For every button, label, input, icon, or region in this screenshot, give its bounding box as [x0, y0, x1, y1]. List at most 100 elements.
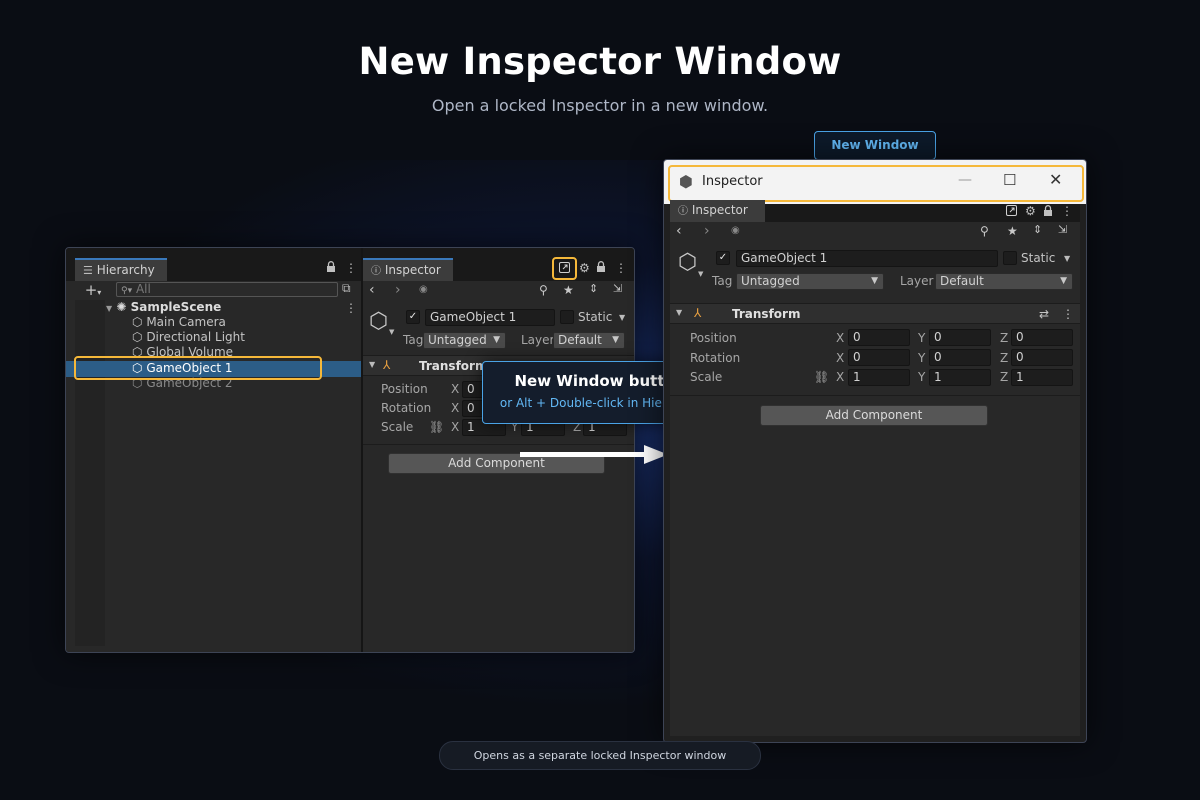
icon-dropdown-arrow[interactable]: ▼: [698, 270, 703, 278]
layer-label: Layer: [521, 333, 555, 347]
expand-updown-icon[interactable]: ⇕: [589, 282, 598, 295]
forward-arrow-icon[interactable]: ›: [704, 223, 710, 239]
axis-z-label: Z: [1000, 370, 1009, 384]
tree-gutter: [75, 300, 105, 646]
constrain-link-icon[interactable]: ⛓: [814, 370, 829, 384]
static-dropdown-arrow[interactable]: ▼: [1064, 254, 1070, 263]
collapse-icon[interactable]: ⇲: [613, 282, 622, 295]
new-inspector-window: ⬢ Inspector — ☐ ✕ ⓘ Inspector ⚙ ⋮ ‹ › ◉ …: [663, 159, 1087, 743]
tag-dropdown[interactable]: Untagged ▼: [423, 332, 506, 349]
component-more-icon[interactable]: ⋮: [1062, 307, 1074, 321]
position-label: Position: [690, 331, 737, 345]
tab-hierarchy[interactable]: ☰ Hierarchy: [75, 258, 167, 281]
scene-row[interactable]: ▼ ✺ SampleScene: [106, 300, 221, 314]
object-name-field[interactable]: GameObject 1: [736, 250, 998, 267]
window-titlebar-callout: [668, 165, 1084, 202]
object-name-field[interactable]: GameObject 1: [425, 309, 555, 326]
hierarchy-search-input[interactable]: ⚲▾ All: [116, 282, 338, 297]
axis-z-label: Z: [1000, 331, 1009, 345]
collapse-icon[interactable]: ⇲: [1058, 223, 1067, 236]
scene-visibility-icon[interactable]: ⧉: [342, 281, 351, 296]
axis-x-label: X: [836, 331, 845, 345]
axis-x-label: X: [451, 401, 460, 415]
static-dropdown-arrow[interactable]: ▼: [619, 313, 625, 322]
axis-x-label: X: [836, 351, 845, 365]
tab-inspector[interactable]: ⓘ Inspector: [363, 258, 453, 281]
back-arrow-icon[interactable]: ‹: [369, 282, 375, 298]
page-subtitle: Open a locked Inspector in a new window.: [431, 96, 769, 115]
list-item[interactable]: ⬡ Main Camera: [132, 315, 226, 329]
info-icon: ⓘ: [678, 206, 688, 217]
rotation-x-field[interactable]: 0: [848, 349, 910, 366]
static-checkbox[interactable]: [1003, 251, 1017, 265]
component-preset-icon[interactable]: ⇄: [1039, 307, 1049, 321]
scene-more-icon[interactable]: ⋮: [345, 301, 357, 315]
icon-dropdown-arrow[interactable]: ▼: [389, 328, 394, 336]
favorite-star-icon[interactable]: ★: [1007, 224, 1018, 238]
favorite-star-icon[interactable]: ★: [563, 283, 574, 297]
new-window-icon[interactable]: [1006, 205, 1017, 219]
active-checkbox[interactable]: ✓: [406, 310, 420, 324]
scale-label: Scale: [381, 420, 414, 434]
add-component-button[interactable]: Add Component: [760, 405, 988, 426]
position-label: Position: [381, 382, 428, 396]
rotation-label: Rotation: [381, 401, 432, 415]
add-object-button[interactable]: +▾: [80, 281, 106, 299]
rotation-z-field[interactable]: 0: [1011, 349, 1073, 366]
axis-y-label: Y: [918, 351, 926, 365]
transform-axes-icon: ⅄: [694, 306, 702, 320]
settings-gear-icon[interactable]: ⚙: [579, 261, 590, 275]
settings-gear-icon[interactable]: ⚙: [1025, 204, 1036, 218]
layer-label: Layer: [900, 274, 934, 288]
more-menu-icon[interactable]: ⋮: [615, 261, 627, 275]
tag-dropdown[interactable]: Untagged ▼: [736, 273, 884, 290]
tag-label: Tag: [712, 274, 733, 288]
search-icon[interactable]: ⚲: [980, 224, 989, 238]
footer-note: Opens as a separate locked Inspector win…: [439, 741, 761, 770]
inspector-tabbar: ⓘ Inspector ⚙ ⋮: [363, 248, 634, 281]
history-dot-icon[interactable]: ◉: [731, 225, 740, 236]
static-label: Static: [1021, 251, 1056, 265]
search-placeholder: All: [135, 282, 151, 296]
more-menu-icon[interactable]: ⋮: [1061, 204, 1073, 218]
search-icon[interactable]: ⚲: [539, 283, 548, 297]
lock-icon[interactable]: [1043, 205, 1053, 219]
axis-x-label: X: [836, 370, 845, 384]
forward-arrow-icon[interactable]: ›: [395, 282, 401, 298]
info-icon: ⓘ: [371, 266, 381, 277]
position-x-field[interactable]: 0: [848, 329, 910, 346]
new-window-badge: New Window: [814, 131, 936, 160]
position-y-field[interactable]: 0: [929, 329, 991, 346]
unity-scene-icon: ✺: [116, 300, 127, 314]
scene-name: SampleScene: [130, 300, 222, 314]
list-icon: ☰: [83, 264, 93, 277]
list-item[interactable]: ⬡ Directional Light: [132, 330, 245, 344]
layer-dropdown[interactable]: Default ▼: [935, 273, 1073, 290]
rotation-label: Rotation: [690, 351, 741, 365]
more-menu-icon[interactable]: ⋮: [345, 261, 357, 275]
history-dot-icon[interactable]: ◉: [419, 284, 428, 295]
layer-dropdown[interactable]: Default ▼: [553, 332, 625, 349]
tab-inspector[interactable]: ⓘ Inspector: [670, 200, 765, 222]
right-arrow-icon: [520, 445, 668, 464]
expand-updown-icon[interactable]: ⇕: [1033, 223, 1042, 236]
constrain-link-icon[interactable]: ⛓: [429, 420, 444, 434]
transform-header[interactable]: ▼ ⅄ Transform ⇄ ⋮: [670, 303, 1080, 324]
axis-x-label: X: [451, 420, 460, 434]
gameobject-large-cube-icon: ⬡: [369, 309, 389, 334]
scale-z-field[interactable]: 1: [1011, 369, 1073, 386]
gameobject-cube-icon: ⬡: [132, 330, 143, 344]
foldout-arrow-icon: ▼: [369, 360, 376, 369]
static-checkbox[interactable]: [560, 310, 574, 324]
lock-icon[interactable]: [596, 261, 606, 275]
back-arrow-icon[interactable]: ‹: [676, 223, 682, 239]
lock-icon[interactable]: [326, 261, 336, 275]
search-icon: ⚲▾: [121, 286, 133, 296]
static-label: Static: [578, 310, 613, 324]
position-z-field[interactable]: 0: [1011, 329, 1073, 346]
rotation-y-field[interactable]: 0: [929, 349, 991, 366]
scale-y-field[interactable]: 1: [929, 369, 991, 386]
active-checkbox[interactable]: ✓: [716, 251, 730, 265]
hierarchy-pane: ☰ Hierarchy ⋮ +▾ ⚲▾ All ⧉ ▼ ✺ SampleScen…: [66, 248, 361, 652]
scale-x-field[interactable]: 1: [848, 369, 910, 386]
